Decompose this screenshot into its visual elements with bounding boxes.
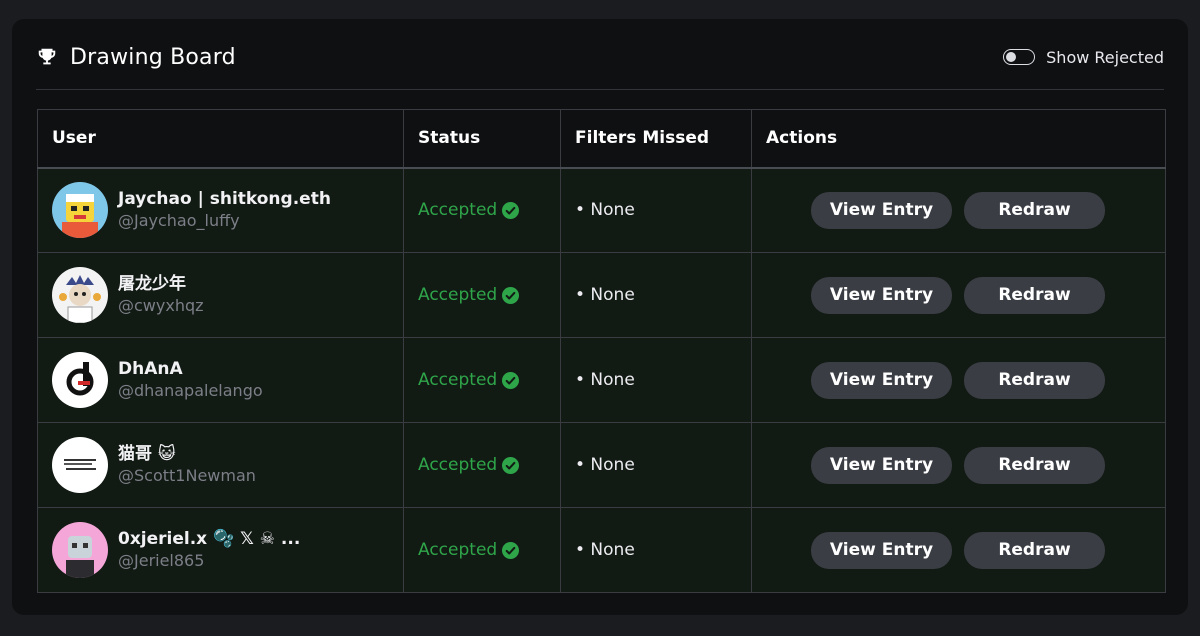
view-entry-button[interactable]: View Entry [811, 361, 952, 399]
user-cell: 0xjeriel.x 🫧 𝕏 ☠ ... @Jeriel865 [37, 507, 404, 593]
redraw-button[interactable]: Redraw [964, 531, 1105, 569]
avatar[interactable] [52, 267, 108, 323]
status-text: Accepted [418, 200, 498, 221]
toggle-switch[interactable] [1003, 49, 1036, 65]
actions-cell: View Entry Redraw [751, 507, 1166, 593]
table-row: 猫哥 😺 @Scott1Newman Accepted • None View … [37, 422, 1166, 508]
filters-missed-text: • None [575, 370, 635, 390]
avatar[interactable] [52, 522, 108, 578]
check-circle-icon [502, 371, 520, 389]
column-header-user: User [37, 109, 404, 169]
view-entry-button[interactable]: View Entry [811, 446, 952, 484]
toggle-label: Show Rejected [1046, 47, 1164, 67]
user-name: 屠龙少年 [118, 274, 186, 294]
table-row: DhAnA @dhanapalelango Accepted • None Vi… [37, 337, 1166, 423]
avatar[interactable] [52, 182, 108, 239]
entries-table: User Status Filters Missed Actions Jaych… [37, 109, 1166, 593]
user-cell: Jaychao | shitkong.eth @Jaychao_luffy [37, 167, 404, 253]
status-text: Accepted [418, 540, 498, 560]
user-name: 0xjeriel.x 🫧 𝕏 ☠ ... [118, 529, 301, 549]
avatar[interactable] [52, 352, 108, 408]
view-entry-button[interactable]: View Entry [811, 276, 952, 314]
view-entry-button[interactable]: View Entry [811, 531, 952, 569]
check-circle-icon [502, 456, 520, 474]
actions-cell: View Entry Redraw [751, 337, 1166, 423]
user-name: Jaychao | shitkong.eth [118, 189, 331, 210]
actions-cell: View Entry Redraw [751, 252, 1166, 338]
user-handle[interactable]: @Jeriel865 [118, 550, 300, 571]
toggle-knob [1006, 51, 1017, 62]
filters-cell: • None [560, 337, 752, 423]
user-cell: 屠龙少年 @cwyxhqz [37, 252, 404, 338]
filters-missed-text: • None [575, 540, 635, 560]
status-cell: Accepted [403, 507, 561, 593]
user-handle[interactable]: @dhanapalelango [118, 380, 263, 401]
filters-missed-text: • None [575, 455, 635, 475]
status-text: Accepted [418, 370, 498, 390]
redraw-button[interactable]: Redraw [964, 446, 1105, 484]
table-row: 0xjeriel.x 🫧 𝕏 ☠ ... @Jeriel865 Accepted… [37, 507, 1166, 593]
column-header-filters-missed: Filters Missed [560, 109, 752, 169]
check-circle-icon [502, 541, 520, 559]
header-title-group: Drawing Board [36, 45, 236, 70]
header-divider [36, 89, 1164, 90]
page-title: Drawing Board [70, 44, 236, 70]
user-handle[interactable]: @Scott1Newman [118, 465, 256, 486]
actions-cell: View Entry Redraw [751, 167, 1166, 253]
table-header-row: User Status Filters Missed Actions [37, 109, 1166, 169]
status-text: Accepted [418, 455, 498, 475]
check-circle-icon [502, 286, 520, 304]
view-entry-button[interactable]: View Entry [811, 191, 952, 229]
table-row: 屠龙少年 @cwyxhqz Accepted • None View Entry… [37, 252, 1166, 338]
status-cell: Accepted [403, 337, 561, 423]
column-header-actions: Actions [751, 109, 1166, 169]
filters-missed-text: • None [575, 285, 635, 305]
user-handle[interactable]: @cwyxhqz [118, 295, 204, 316]
redraw-button[interactable]: Redraw [964, 276, 1105, 314]
column-header-status: Status [403, 109, 561, 169]
card-header: Drawing Board Show Rejected [36, 41, 1164, 73]
status-cell: Accepted [403, 167, 561, 253]
status-cell: Accepted [403, 252, 561, 338]
actions-cell: View Entry Redraw [751, 422, 1166, 508]
avatar[interactable] [52, 437, 108, 493]
user-name: DhAnA [118, 359, 183, 379]
filters-cell: • None [560, 422, 752, 508]
trophy-icon [38, 48, 56, 65]
status-text: Accepted [418, 285, 498, 305]
filters-cell: • None [560, 167, 752, 253]
filters-cell: • None [560, 507, 752, 593]
status-cell: Accepted [403, 422, 561, 508]
filters-cell: • None [560, 252, 752, 338]
redraw-button[interactable]: Redraw [964, 191, 1105, 229]
user-handle[interactable]: @Jaychao_luffy [118, 210, 331, 231]
redraw-button[interactable]: Redraw [964, 361, 1105, 399]
drawing-board-card: Drawing Board Show Rejected User Status … [12, 19, 1188, 615]
user-name: 猫哥 😺 [118, 444, 176, 464]
table-row: Jaychao | shitkong.eth @Jaychao_luffy Ac… [37, 167, 1166, 253]
filters-missed-text: • None [575, 200, 635, 221]
user-cell: DhAnA @dhanapalelango [37, 337, 404, 423]
check-circle-icon [502, 201, 520, 219]
user-cell: 猫哥 😺 @Scott1Newman [37, 422, 404, 508]
show-rejected-toggle[interactable]: Show Rejected [1003, 48, 1164, 67]
